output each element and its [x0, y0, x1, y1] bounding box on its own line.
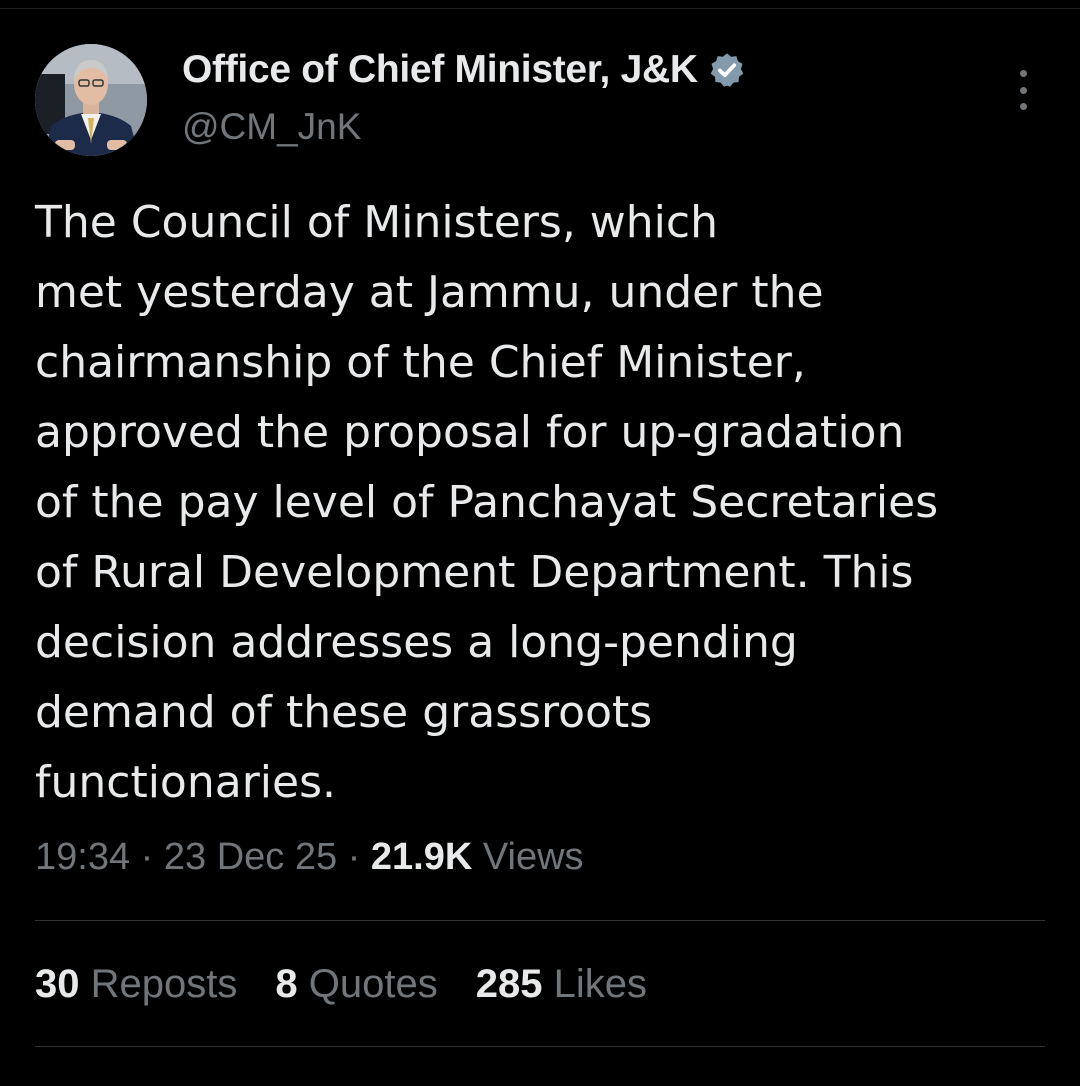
meta-separator: · — [140, 836, 154, 878]
quotes-count: 8 — [275, 962, 298, 1006]
post-text-line: functionaries. — [35, 757, 336, 808]
post-text-line: of the pay level of Panchayat Secretarie… — [35, 477, 939, 528]
post-time[interactable]: 19:34 — [35, 836, 130, 878]
more-dot-icon — [1019, 70, 1027, 77]
stats-divider — [35, 1046, 1045, 1047]
more-dot-icon — [1019, 86, 1027, 94]
verified-badge-icon — [710, 53, 744, 87]
author-handle[interactable]: @CM_JnK — [182, 106, 361, 148]
likes-count: 285 — [475, 962, 543, 1006]
post-text: The Council of Ministers, which met yest… — [35, 188, 1045, 818]
more-dot-icon — [1019, 103, 1027, 110]
likes-stat[interactable]: 285 Likes — [476, 962, 647, 1007]
quotes-stat[interactable]: 8 Quotes — [275, 962, 437, 1007]
avatar-photo — [35, 44, 147, 156]
avatar[interactable] — [35, 44, 147, 156]
more-options-button[interactable] — [1008, 70, 1038, 110]
post-date[interactable]: 23 Dec 25 — [164, 836, 337, 878]
post-text-line: chairmanship of the Chief Minister, — [35, 337, 806, 388]
post-text-line: met yesterday at Jammu, under the — [35, 267, 824, 318]
quotes-label: Quotes — [308, 962, 438, 1006]
post-meta: 19:34 · 23 Dec 25 · 21.9K Views — [35, 836, 584, 879]
reposts-count: 30 — [35, 962, 80, 1006]
post-text-line: decision addresses a long-pending — [35, 617, 798, 668]
post-text-line: The Council of Ministers, which — [35, 197, 718, 248]
meta-separator: · — [347, 836, 361, 878]
top-divider — [0, 8, 1080, 9]
post-text-line: of Rural Development Department. This — [35, 547, 914, 598]
author-display-name[interactable]: Office of Chief Minister, J&K — [182, 48, 698, 92]
engagement-stats: 30 Reposts 8 Quotes 285 Likes — [35, 962, 647, 1007]
views-label: Views — [482, 836, 584, 878]
meta-divider — [35, 920, 1045, 921]
author-display-name-row[interactable]: Office of Chief Minister, J&K — [182, 48, 746, 92]
reposts-label: Reposts — [90, 962, 238, 1006]
views-count: 21.9K — [370, 836, 473, 878]
reposts-stat[interactable]: 30 Reposts — [35, 962, 237, 1007]
post-text-line: approved the proposal for up-gradation — [35, 407, 905, 458]
post-text-line: demand of these grassroots — [35, 687, 653, 738]
likes-label: Likes — [553, 962, 647, 1006]
